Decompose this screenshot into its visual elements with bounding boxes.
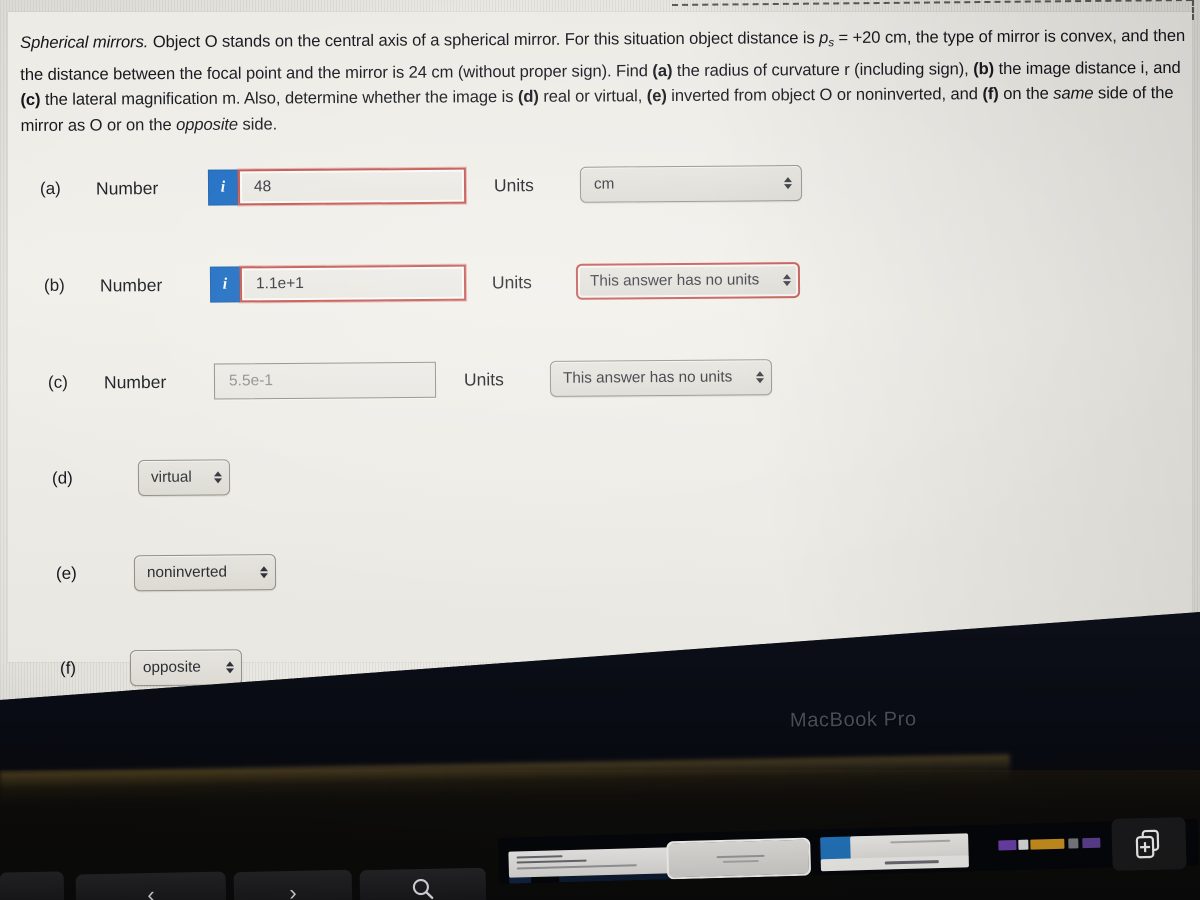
- number-label-b: Number: [99, 274, 163, 296]
- problem-text-4: the image distance i, and: [994, 57, 1181, 78]
- info-icon-b[interactable]: i: [209, 266, 241, 303]
- number-input-b[interactable]: 1.1e+1: [239, 264, 467, 303]
- problem-text-5: the lateral magnification m. Also, deter…: [40, 87, 518, 110]
- units-select-b[interactable]: This answer has no units: [575, 262, 801, 300]
- key-back[interactable]: ‹: [75, 871, 227, 900]
- choice-select-e[interactable]: noninverted: [133, 554, 277, 592]
- chevron-updown-icon: [782, 274, 791, 287]
- problem-text-10: side.: [237, 114, 278, 134]
- problem-text-6: real or virtual,: [538, 86, 647, 107]
- touchbar-window-preview[interactable]: [820, 855, 969, 872]
- key-escape[interactable]: [0, 871, 65, 900]
- touchbar-color-strip: [998, 837, 1128, 857]
- info-icon-a[interactable]: i: [207, 169, 239, 206]
- number-label-c: Number: [103, 371, 167, 392]
- chevron-left-icon: ‹: [147, 881, 155, 900]
- units-select-a-value: cm: [593, 175, 615, 193]
- chevron-updown-icon: [755, 371, 764, 384]
- macbook-pro-label: MacBook Pro: [789, 708, 917, 732]
- units-select-c-value: This answer has no units: [562, 368, 733, 387]
- units-select-a[interactable]: cm: [579, 165, 803, 203]
- problem-title: Spherical mirrors.: [20, 32, 149, 52]
- answer-row-a: (a) Number i 48 Units cm: [39, 165, 803, 207]
- row-label-e: (e): [55, 563, 77, 583]
- key-forward[interactable]: ›: [233, 869, 353, 900]
- dashed-crop-line: [671, 0, 1192, 6]
- problem-italic-opposite: opposite: [176, 114, 239, 134]
- touchbar-active-window-preview[interactable]: [666, 837, 812, 880]
- touchbar-window-preview[interactable]: [508, 847, 680, 878]
- photo-of-laptop-screen: Spherical mirrors. Object O stands on th…: [0, 0, 1200, 900]
- units-select-b-value: This answer has no units: [589, 271, 760, 290]
- row-label-d: (d): [51, 468, 73, 488]
- problem-statement: Spherical mirrors. Object O stands on th…: [20, 23, 1186, 138]
- row-label-b: (b): [43, 275, 65, 295]
- choice-select-d[interactable]: virtual: [137, 459, 231, 497]
- chevron-right-icon: ›: [289, 879, 297, 900]
- units-label-b: Units: [491, 271, 532, 292]
- key-search[interactable]: [359, 867, 487, 900]
- row-label-f: (f): [59, 658, 77, 678]
- units-label-a: Units: [493, 174, 534, 195]
- row-label-a: (a): [39, 178, 61, 198]
- number-input-c[interactable]: 5.5e-1: [213, 361, 437, 400]
- chevron-updown-icon: [783, 177, 792, 190]
- number-label-a: Number: [95, 177, 159, 199]
- problem-text-3: the radius of curvature r (including sig…: [672, 58, 974, 80]
- answer-row-b: (b) Number i 1.1e+1 Units This answer ha…: [43, 262, 801, 304]
- choice-select-e-value: noninverted: [146, 563, 228, 582]
- answer-row-e: (e) noninverted: [55, 554, 277, 592]
- problem-italic-same: same: [1053, 83, 1094, 103]
- problem-text-1: Object O stands on the central axis of a…: [148, 28, 820, 52]
- problem-label-b: (b): [973, 58, 995, 78]
- answer-row-f: (f) opposite: [59, 649, 243, 687]
- new-window-icon[interactable]: [1111, 817, 1187, 871]
- problem-text-8: on the: [998, 83, 1054, 104]
- dashed-crop-tick: [1192, 0, 1194, 20]
- number-input-a[interactable]: 48: [237, 167, 467, 206]
- laptop-display: Spherical mirrors. Object O stands on th…: [0, 0, 1200, 700]
- answer-row-d: (d) virtual: [51, 459, 231, 497]
- problem-label-c: (c): [20, 90, 41, 110]
- units-label-c: Units: [463, 368, 504, 390]
- chevron-updown-icon: [225, 661, 234, 674]
- problem-text-7: inverted from object O or noninverted, a…: [666, 84, 983, 106]
- problem-label-d: (d): [517, 87, 539, 107]
- answer-row-c: (c) Number 5.5e-1 Units This answer has …: [47, 359, 773, 401]
- chevron-updown-icon: [213, 471, 222, 484]
- problem-label-e: (e): [646, 86, 667, 106]
- variable-p: p: [819, 28, 829, 48]
- units-select-c[interactable]: This answer has no units: [549, 359, 773, 397]
- row-label-c: (c): [47, 372, 68, 392]
- chevron-updown-icon: [259, 566, 268, 579]
- choice-select-f[interactable]: opposite: [129, 649, 243, 687]
- problem-label-f: (f): [982, 84, 999, 104]
- problem-label-a: (a): [652, 60, 673, 80]
- search-icon: [410, 875, 437, 900]
- choice-select-d-value: virtual: [150, 468, 192, 486]
- choice-select-f-value: opposite: [142, 658, 201, 677]
